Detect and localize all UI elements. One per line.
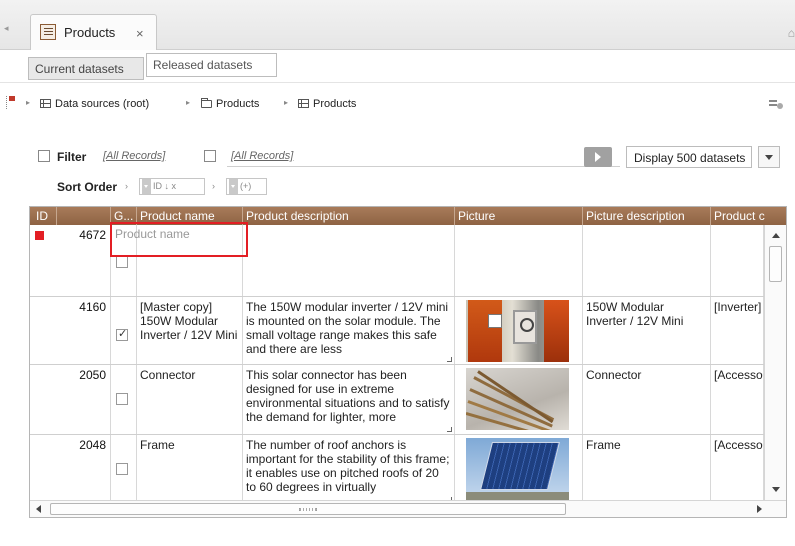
close-icon[interactable]: × xyxy=(136,26,144,41)
scroll-thumb[interactable] xyxy=(769,246,782,282)
cell-picture-description[interactable]: Frame xyxy=(583,435,711,504)
scroll-up-icon[interactable] xyxy=(772,233,780,238)
inverter-image xyxy=(466,300,569,362)
column-header-picture[interactable]: Picture xyxy=(455,207,583,225)
breadcrumb-item-data-sources[interactable]: Data sources (root) xyxy=(40,98,149,110)
product-name-input[interactable]: Product name xyxy=(110,222,248,257)
row-checkbox[interactable] xyxy=(116,256,128,268)
cell-group xyxy=(111,297,137,364)
scroll-left-icon[interactable] xyxy=(36,505,41,513)
chevron-down-icon[interactable] xyxy=(758,146,780,168)
sort-chip-add[interactable]: (+) xyxy=(226,178,267,195)
filter-checkbox[interactable] xyxy=(38,150,50,162)
cell-picture[interactable] xyxy=(455,225,583,296)
cell-product-category[interactable]: [Accesso xyxy=(711,365,764,434)
apply-filter-button[interactable] xyxy=(584,147,612,167)
search-all-records-link[interactable]: [All Records] xyxy=(231,150,293,162)
dropdown-icon xyxy=(142,179,151,194)
cell-id: 2050 xyxy=(30,365,111,434)
row-checkbox[interactable] xyxy=(116,463,128,475)
tab-label: Products xyxy=(64,25,116,40)
table-row[interactable]: 2048 Frame The number of roof anchors is… xyxy=(30,435,764,505)
cell-group xyxy=(111,435,137,504)
tab-strip: ◂ Products × ⌂ xyxy=(0,0,795,50)
cell-product-name[interactable]: Connector xyxy=(137,365,243,434)
scroll-down-icon[interactable] xyxy=(772,487,780,492)
display-count-value: Display 500 datasets xyxy=(634,151,746,165)
tab-products[interactable]: Products × xyxy=(30,14,157,50)
table-row[interactable]: 4160 [Master copy] 150W Modular Inverter… xyxy=(30,297,764,365)
connector-image xyxy=(466,368,569,430)
description-text: The 150W modular inverter / 12V mini is … xyxy=(246,300,449,356)
chevron-right-icon: › xyxy=(125,181,128,191)
description-text: The number of roof anchors is important … xyxy=(246,438,450,494)
description-text: This solar connector has been designed f… xyxy=(246,368,450,424)
display-count-select[interactable]: Display 500 datasets xyxy=(626,146,752,168)
cell-product-description[interactable]: The 150W modular inverter / 12V mini is … xyxy=(243,297,455,364)
settings-icon[interactable] xyxy=(769,98,783,110)
folder-icon xyxy=(201,98,212,108)
breadcrumb-item-products-table[interactable]: Products xyxy=(298,98,356,110)
scroll-right-icon[interactable] xyxy=(757,505,762,513)
vertical-scrollbar[interactable] xyxy=(764,225,786,500)
filter-label: Filter xyxy=(57,150,87,164)
sort-row: Sort Order › ID ↓ x › (+) xyxy=(57,178,457,198)
filter-row: Filter [All Records] [All Records] Displ… xyxy=(38,146,788,169)
horizontal-scrollbar[interactable] xyxy=(30,500,786,517)
table-icon xyxy=(298,99,309,108)
tab-current-datasets[interactable]: Current datasets xyxy=(28,57,144,80)
row-checkbox[interactable] xyxy=(116,393,128,405)
filter-all-records-link[interactable]: [All Records] xyxy=(103,150,165,162)
sort-chip-id[interactable]: ID ↓ x xyxy=(139,178,205,195)
cell-product-description[interactable] xyxy=(243,225,455,296)
column-header-id[interactable]: ID xyxy=(33,207,111,225)
chevron-right-icon: ▸ xyxy=(26,98,31,107)
column-header-picture-description[interactable]: Picture description xyxy=(583,207,711,225)
cell-id: 4160 xyxy=(30,297,111,364)
tab-released-datasets[interactable]: Released datasets xyxy=(146,53,277,77)
cell-product-category[interactable]: [Accesso xyxy=(711,435,764,504)
dropdown-icon xyxy=(229,179,238,194)
sort-order-label: Sort Order xyxy=(57,180,118,194)
cell-id: 4672 xyxy=(30,225,111,296)
tab-scroll-left-icon[interactable]: ◂ xyxy=(4,23,9,34)
breadcrumb: ▸ Data sources (root) ▸ Products ▸ Produ… xyxy=(0,82,795,122)
cell-product-description[interactable]: The number of roof anchors is important … xyxy=(243,435,455,504)
cell-picture[interactable] xyxy=(455,297,583,364)
expand-corner-icon[interactable] xyxy=(447,427,452,432)
cell-id: 2048 xyxy=(30,435,111,504)
cell-picture[interactable] xyxy=(455,435,583,504)
row-checkbox[interactable] xyxy=(116,327,128,341)
root-marker-icon[interactable] xyxy=(6,96,16,109)
cell-product-category[interactable]: [Inverter] xyxy=(711,297,764,364)
table-icon xyxy=(40,99,51,108)
chevron-right-icon: ▸ xyxy=(186,98,191,107)
column-header-product-category[interactable]: Product c xyxy=(711,207,786,225)
dataset-list-icon xyxy=(40,24,56,40)
chevron-right-icon: › xyxy=(212,181,215,191)
cell-picture-description[interactable]: 150W Modular Inverter / 12V Mini xyxy=(583,297,711,364)
cell-product-description[interactable]: This solar connector has been designed f… xyxy=(243,365,455,434)
chevron-right-icon: ▸ xyxy=(284,98,289,107)
data-grid: ID G... Product name Product description… xyxy=(29,206,787,518)
cell-product-name[interactable]: [Master copy] 150W Modular Inverter / 12… xyxy=(137,297,243,364)
column-header-product-description[interactable]: Product description xyxy=(243,207,455,225)
cell-picture-description[interactable] xyxy=(583,225,711,296)
product-name-placeholder: Product name xyxy=(115,227,190,241)
table-row[interactable]: 2050 Connector This solar connector has … xyxy=(30,365,764,435)
cell-product-name[interactable]: Frame xyxy=(137,435,243,504)
cell-picture-description[interactable]: Connector xyxy=(583,365,711,434)
expand-corner-icon[interactable] xyxy=(447,357,452,362)
search-input[interactable]: [All Records] xyxy=(227,147,620,167)
cell-picture[interactable] xyxy=(455,365,583,434)
cell-group xyxy=(111,365,137,434)
tab-menu-icon[interactable]: ⌂ xyxy=(788,26,795,40)
breadcrumb-item-products-folder[interactable]: Products xyxy=(201,98,259,110)
scroll-thumb[interactable] xyxy=(50,503,566,515)
cell-product-category[interactable] xyxy=(711,225,764,296)
search-checkbox[interactable] xyxy=(204,150,216,162)
solar-frame-image xyxy=(466,438,569,500)
